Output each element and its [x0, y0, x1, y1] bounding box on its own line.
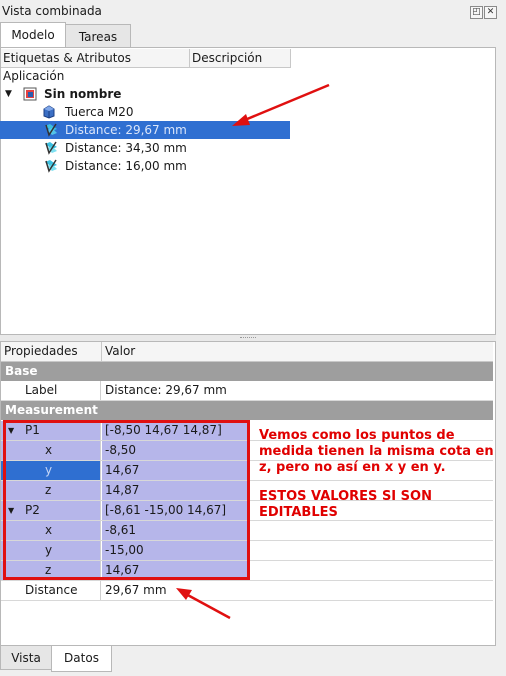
measure-distance-icon [45, 141, 57, 155]
property-header: Propiedades Valor [1, 342, 493, 362]
property-group-base[interactable]: Base [1, 362, 493, 381]
float-icon[interactable]: ◰ [470, 6, 483, 19]
tab-vista[interactable]: Vista [0, 646, 52, 670]
property-row-label[interactable]: Label Distance: 29,67 mm [1, 381, 493, 401]
tab-label: Vista [11, 651, 41, 665]
column-header-value[interactable]: Valor [105, 342, 135, 361]
tree-item-label: Tuerca M20 [65, 105, 134, 119]
property-name: Distance [1, 581, 101, 600]
annotation-arrow-icon [176, 588, 231, 620]
column-header-labels[interactable]: Etiquetas & Atributos [1, 49, 190, 67]
tab-tareas[interactable]: Tareas [65, 24, 131, 48]
document-label: Sin nombre [44, 87, 122, 101]
property-row-distance[interactable]: Distance 29,67 mm [1, 581, 493, 601]
tree-item-distance-2[interactable]: Distance: 34,30 mm [0, 139, 290, 157]
dock-title-bar: Vista combinada ◰ ✕ [0, 0, 506, 22]
measure-distance-icon [45, 123, 57, 137]
property-group-measurement[interactable]: Measurement [1, 401, 493, 420]
expand-arrow-icon[interactable]: ▼ [5, 85, 12, 103]
tab-datos[interactable]: Datos [51, 646, 112, 672]
tab-modelo[interactable]: Modelo [0, 22, 66, 48]
splitter-grip[interactable] [240, 337, 256, 340]
tree-item-label: Distance: 29,67 mm [65, 123, 187, 137]
property-value[interactable]: Distance: 29,67 mm [102, 381, 227, 400]
column-header-description[interactable]: Descripción [190, 49, 291, 67]
property-name: Label [1, 381, 101, 400]
cube-icon [43, 105, 55, 119]
annotation-note-editable: ESTOS VALORES SI SON EDITABLES [259, 489, 432, 520]
tree-item-distance-3[interactable]: Distance: 16,00 mm [0, 157, 290, 175]
tree-item-label: Distance: 16,00 mm [65, 159, 187, 173]
property-value[interactable]: 29,67 mm [102, 581, 167, 600]
document-icon [23, 87, 37, 101]
close-icon[interactable]: ✕ [484, 6, 497, 19]
annotation-note-points: Vemos como los puntos de medida tienen l… [259, 428, 494, 475]
measure-distance-icon [45, 159, 57, 173]
annotation-highlight-box [3, 420, 250, 580]
tree-header: Etiquetas & Atributos Descripción [1, 49, 291, 68]
tab-label: Modelo [11, 28, 55, 42]
tab-label: Datos [64, 651, 99, 665]
dock-title: Vista combinada [2, 4, 102, 18]
annotation-arrow-icon [232, 83, 330, 126]
tree-item-label: Distance: 34,30 mm [65, 141, 187, 155]
column-header-properties[interactable]: Propiedades [1, 342, 102, 361]
tree-root-label: Aplicación [3, 69, 65, 83]
tab-label: Tareas [78, 30, 118, 44]
